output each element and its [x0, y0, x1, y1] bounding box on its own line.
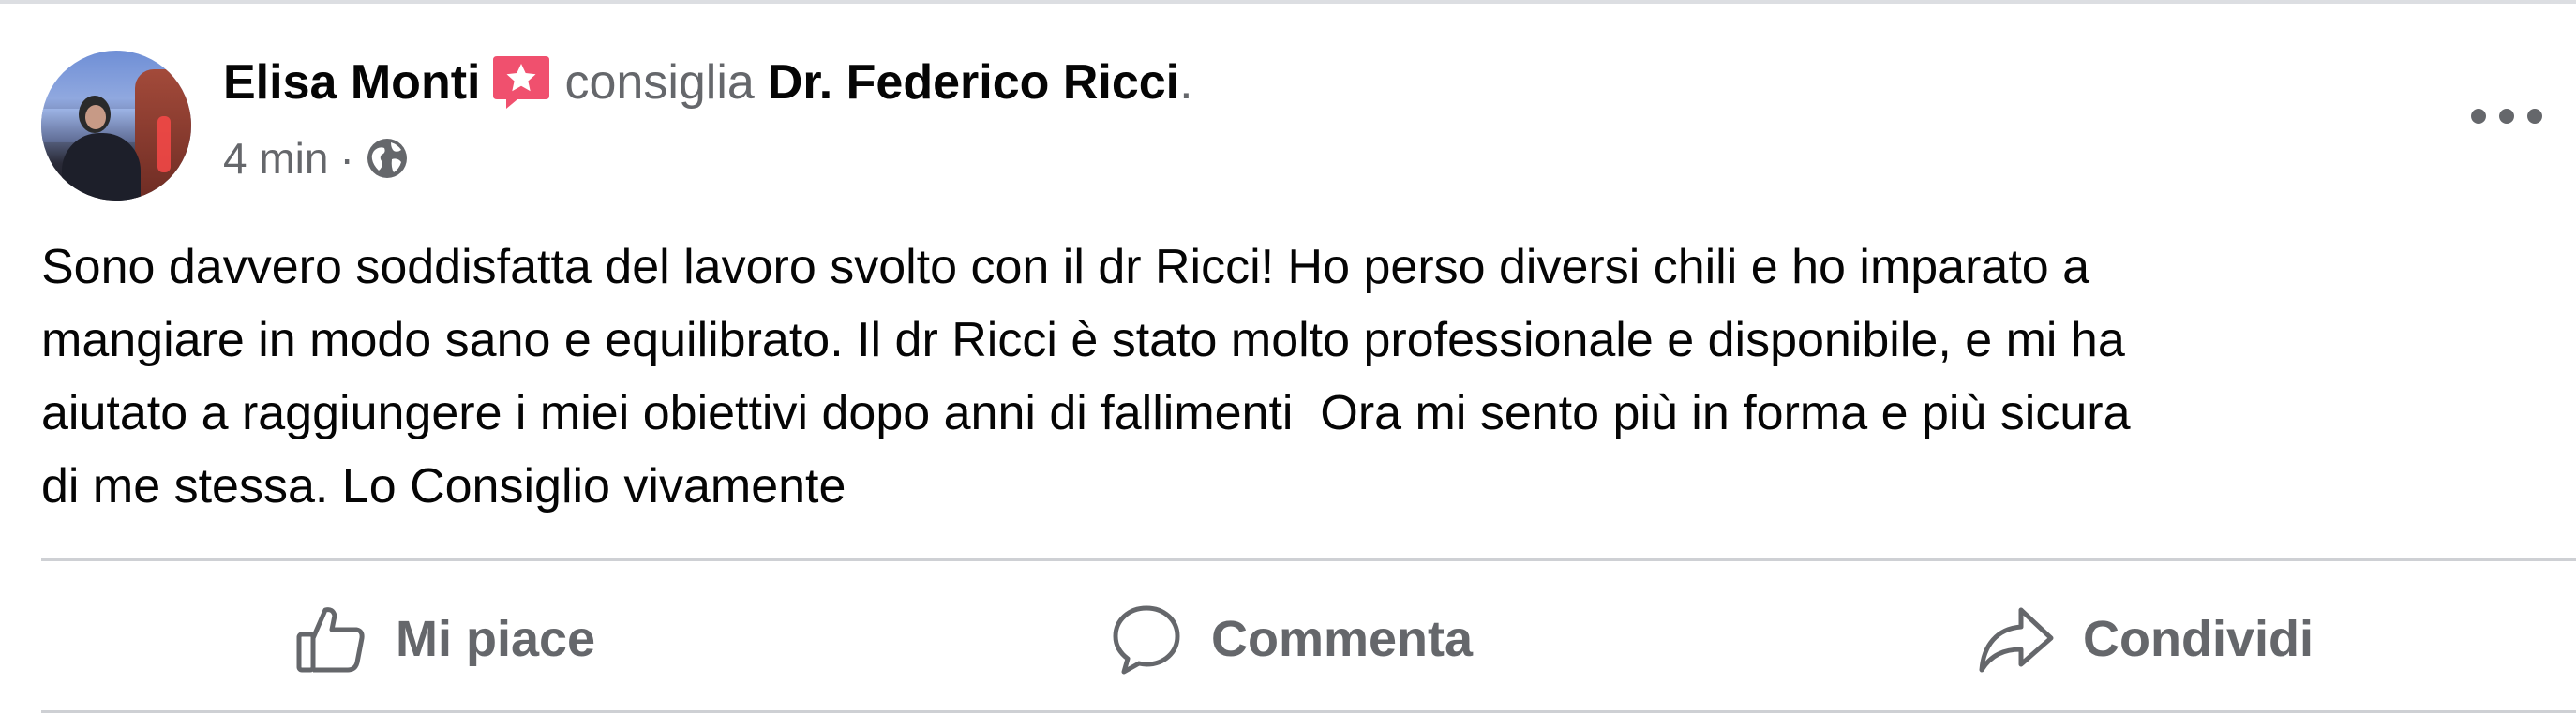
comment-bubble-icon — [1113, 605, 1180, 675]
more-horizontal-icon — [2471, 109, 2486, 124]
actions-bottom-divider — [41, 710, 2576, 713]
author-name[interactable]: Elisa Monti — [223, 54, 480, 111]
comment-button[interactable]: Commenta — [1110, 590, 1473, 688]
post-header: Elisa Monti consiglia Dr. Federico Ricci… — [223, 54, 1193, 111]
comment-label: Commenta — [1211, 611, 1474, 667]
globe-icon[interactable] — [366, 137, 409, 180]
like-button[interactable]: Mi piace — [294, 590, 595, 688]
meta-separator: · — [339, 134, 354, 183]
like-label: Mi piace — [396, 611, 596, 667]
avatar-person-face — [85, 105, 106, 129]
share-button[interactable]: Condividi — [1978, 590, 2314, 688]
share-label: Condividi — [2083, 611, 2314, 667]
avatar-background-light — [157, 116, 171, 172]
actions-top-divider — [41, 558, 2576, 561]
post-body-text: Sono davvero soddisfatta del lavoro svol… — [41, 240, 2131, 513]
avatar[interactable] — [41, 51, 191, 201]
post-meta: 4 min · — [223, 131, 409, 186]
more-horizontal-icon — [2499, 109, 2514, 124]
thumbs-up-icon — [296, 607, 365, 673]
post-timestamp[interactable]: 4 min — [223, 133, 328, 184]
more-horizontal-icon — [2527, 109, 2542, 124]
recommend-verb: consiglia — [564, 55, 755, 110]
recommended-page-name[interactable]: Dr. Federico Ricci — [768, 54, 1179, 111]
top-divider — [0, 0, 2576, 4]
star-speech-bubble-icon — [491, 52, 551, 112]
more-options-button[interactable] — [2471, 97, 2542, 135]
avatar-person-body — [62, 133, 141, 201]
target-suffix: . — [1179, 55, 1193, 110]
share-arrow-icon — [1979, 607, 2054, 673]
